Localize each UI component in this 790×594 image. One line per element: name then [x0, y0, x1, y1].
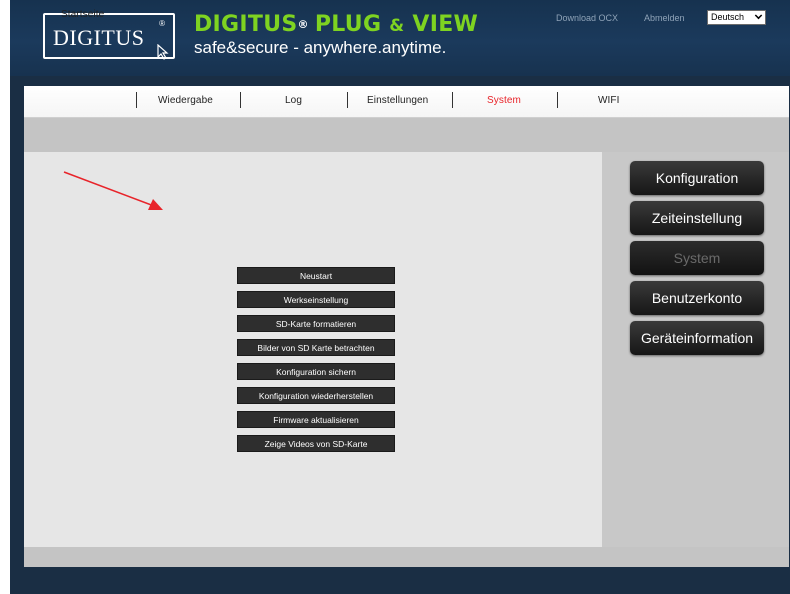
tab-wiedergabe[interactable]: Wiedergabe [158, 95, 213, 106]
view-sd-images-button[interactable]: Bilder von SD Karte betrachten [237, 339, 395, 356]
header-banner: DIGITUS ® DIGITUS® PLUG & VIEW safe&secur… [10, 0, 790, 76]
format-sd-button[interactable]: SD-Karte formatieren [237, 315, 395, 332]
sub-toolbar [24, 118, 789, 152]
tab-einstellungen[interactable]: Einstellungen [367, 95, 428, 106]
nav-separator [557, 92, 558, 108]
sidebar-item-geraeteinformation[interactable]: Geräteinformation [630, 321, 764, 355]
chevron-down-icon [754, 11, 763, 20]
footer-bar [24, 547, 789, 567]
nav-separator [136, 92, 137, 108]
sidebar-item-benutzerkonto[interactable]: Benutzerkonto [630, 281, 764, 315]
tab-wifi[interactable]: WIFI [598, 95, 620, 106]
firmware-update-button[interactable]: Firmware aktualisieren [237, 411, 395, 428]
logo-registered-mark: ® [159, 19, 165, 28]
nav-separator [452, 92, 453, 108]
restart-button[interactable]: Neustart [237, 267, 395, 284]
download-ocx-link[interactable]: Download OCX [556, 13, 618, 23]
cursor-icon [157, 44, 169, 60]
nav-separator [347, 92, 348, 108]
nav-separator [240, 92, 241, 108]
tab-system[interactable]: System [487, 95, 521, 106]
bottom-strip [10, 567, 790, 594]
logo-text: DIGITUS [53, 25, 145, 50]
sidebar-item-zeiteinstellung[interactable]: Zeiteinstellung [630, 201, 764, 235]
tab-log[interactable]: Log [285, 95, 302, 106]
sidebar-item-konfiguration[interactable]: Konfiguration [630, 161, 764, 195]
backup-config-button[interactable]: Konfiguration sichern [237, 363, 395, 380]
language-select[interactable]: Deutsch [707, 10, 766, 25]
sidebar-item-system[interactable]: System [630, 241, 764, 275]
tab-startseite[interactable]: Startseite [61, 9, 104, 20]
red-arrow-icon [63, 171, 163, 210]
logout-link[interactable]: Abmelden [644, 13, 685, 23]
brand-subtitle: safe&secure - anywhere.anytime. [194, 38, 447, 57]
show-sd-videos-button[interactable]: Zeige Videos von SD-Karte [237, 435, 395, 452]
brand-title: DIGITUS® PLUG & VIEW [194, 12, 479, 37]
restore-config-button[interactable]: Konfiguration wiederherstellen [237, 387, 395, 404]
factory-reset-button[interactable]: Werkseinstellung [237, 291, 395, 308]
